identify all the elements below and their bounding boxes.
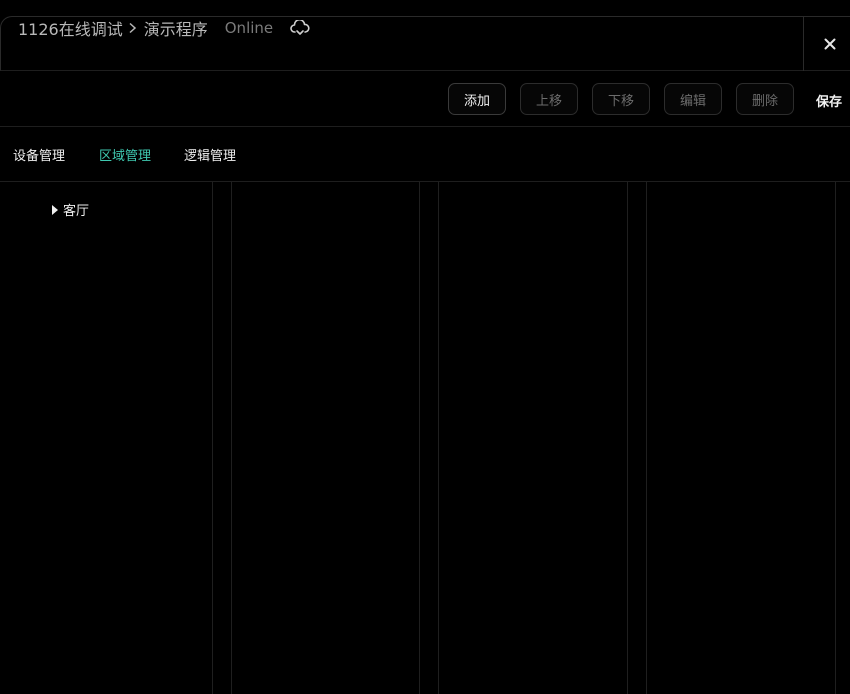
tab-area-management[interactable]: 区域管理 <box>99 145 151 164</box>
column-divider <box>231 182 232 694</box>
breadcrumb: 1126在线调试 演示程序 Online <box>18 16 310 40</box>
column-divider <box>212 182 213 694</box>
toolbar: 添加 上移 下移 编辑 删除 保存 <box>0 72 850 127</box>
close-icon[interactable] <box>818 33 842 55</box>
move-down-button[interactable]: 下移 <box>592 83 650 115</box>
app-window: 1126在线调试 演示程序 Online 添加 上移 下移 编辑 删除 保存 设… <box>0 0 850 694</box>
edit-button[interactable]: 编辑 <box>664 83 722 115</box>
tree-item-label: 客厅 <box>63 204 90 219</box>
cloud-sync-icon[interactable] <box>290 20 310 36</box>
column-divider <box>835 182 836 694</box>
tab-logic-management[interactable]: 逻辑管理 <box>184 145 236 164</box>
column-divider <box>419 182 420 694</box>
breadcrumb-root[interactable]: 1126在线调试 <box>18 16 123 40</box>
breadcrumb-current: 演示程序 <box>143 20 208 39</box>
tab-device-management[interactable]: 设备管理 <box>13 145 65 164</box>
save-button[interactable]: 保存 <box>816 91 842 110</box>
tree-item-living-room[interactable]: 客厅 <box>52 200 89 219</box>
caret-right-icon[interactable] <box>52 204 58 215</box>
status-text: Online <box>224 19 274 37</box>
add-button[interactable]: 添加 <box>448 83 506 115</box>
column-divider <box>627 182 628 694</box>
column-divider <box>438 182 439 694</box>
delete-button[interactable]: 删除 <box>736 83 794 115</box>
tab-bar: 设备管理 区域管理 逻辑管理 <box>0 127 850 182</box>
move-up-button[interactable]: 上移 <box>520 83 578 115</box>
chevron-right-icon <box>128 22 137 34</box>
column-divider <box>646 182 647 694</box>
